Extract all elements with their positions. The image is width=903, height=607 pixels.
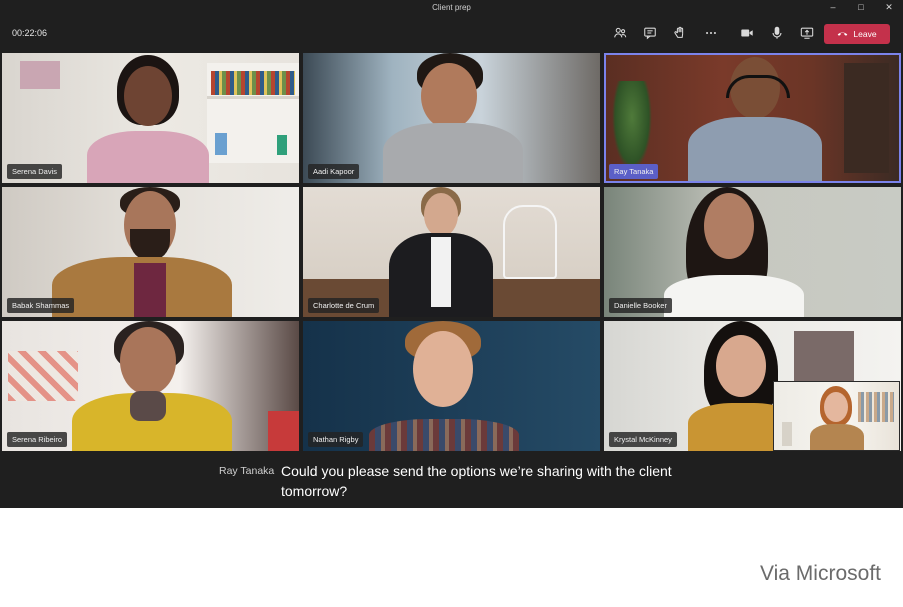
bookshelf-image <box>858 392 894 422</box>
window-title: Client prep <box>432 3 471 12</box>
participant-tile[interactable]: Charlotte de Crum <box>303 187 600 317</box>
participant-name: Danielle Booker <box>609 298 672 313</box>
participant-tile[interactable]: Aadi Kapoor <box>303 53 600 183</box>
bookshelf-image <box>207 63 299 163</box>
participant-name: Krystal McKinney <box>609 432 677 447</box>
participant-tile-active[interactable]: Ray Tanaka <box>604 53 901 183</box>
share-screen-icon[interactable] <box>798 24 816 42</box>
lamp-image <box>782 422 792 446</box>
participant-name: Nathan Rigby <box>308 432 364 447</box>
chair-image <box>503 205 557 279</box>
wall-notes-image <box>8 351 78 401</box>
image-credit: Via Microsoft <box>760 562 881 585</box>
caption-speaker: Ray Tanaka <box>219 465 275 477</box>
teams-window: Client prep – □ ✕ 00:22:06 Leave Serena … <box>0 0 903 508</box>
participant-tile[interactable]: Danielle Booker <box>604 187 901 317</box>
participant-name: Ray Tanaka <box>609 164 659 179</box>
hang-up-icon <box>837 28 848 41</box>
close-button[interactable]: ✕ <box>876 0 902 15</box>
camera-icon[interactable] <box>738 24 756 42</box>
participant-tile[interactable]: Nathan Rigby <box>303 321 600 451</box>
call-timer: 00:22:06 <box>12 28 48 38</box>
chair-image <box>268 411 299 451</box>
self-view[interactable] <box>773 381 900 451</box>
participant-name: Serena Ribeiro <box>7 432 68 447</box>
raise-hand-icon[interactable] <box>671 24 689 42</box>
mic-icon[interactable] <box>768 24 786 42</box>
participant-name: Babak Shammas <box>7 298 75 313</box>
leave-button[interactable]: Leave <box>824 24 890 44</box>
participant-name: Serena Davis <box>7 164 63 179</box>
live-caption-bar: Ray Tanaka Could you please send the opt… <box>0 452 903 508</box>
chat-icon[interactable] <box>641 24 659 42</box>
caption-text: Could you please send the options we’re … <box>281 463 672 499</box>
meeting-toolbar: 00:22:06 Leave <box>0 15 903 52</box>
people-icon[interactable] <box>611 24 629 42</box>
video-grid: Serena Davis Aadi Kapoor Ray Tanaka Baba… <box>2 53 901 452</box>
maximize-button[interactable]: □ <box>848 0 874 15</box>
more-icon[interactable] <box>702 24 720 42</box>
wall-art-image <box>20 61 60 89</box>
participant-name: Aadi Kapoor <box>308 164 360 179</box>
title-bar: Client prep – □ ✕ <box>0 0 903 15</box>
participant-tile[interactable]: Babak Shammas <box>2 187 299 317</box>
participant-tile[interactable]: Serena Davis <box>2 53 299 183</box>
participant-name: Charlotte de Crum <box>308 298 380 313</box>
leave-label: Leave <box>853 29 877 39</box>
minimize-button[interactable]: – <box>820 0 846 15</box>
participant-tile[interactable]: Serena Ribeiro <box>2 321 299 451</box>
